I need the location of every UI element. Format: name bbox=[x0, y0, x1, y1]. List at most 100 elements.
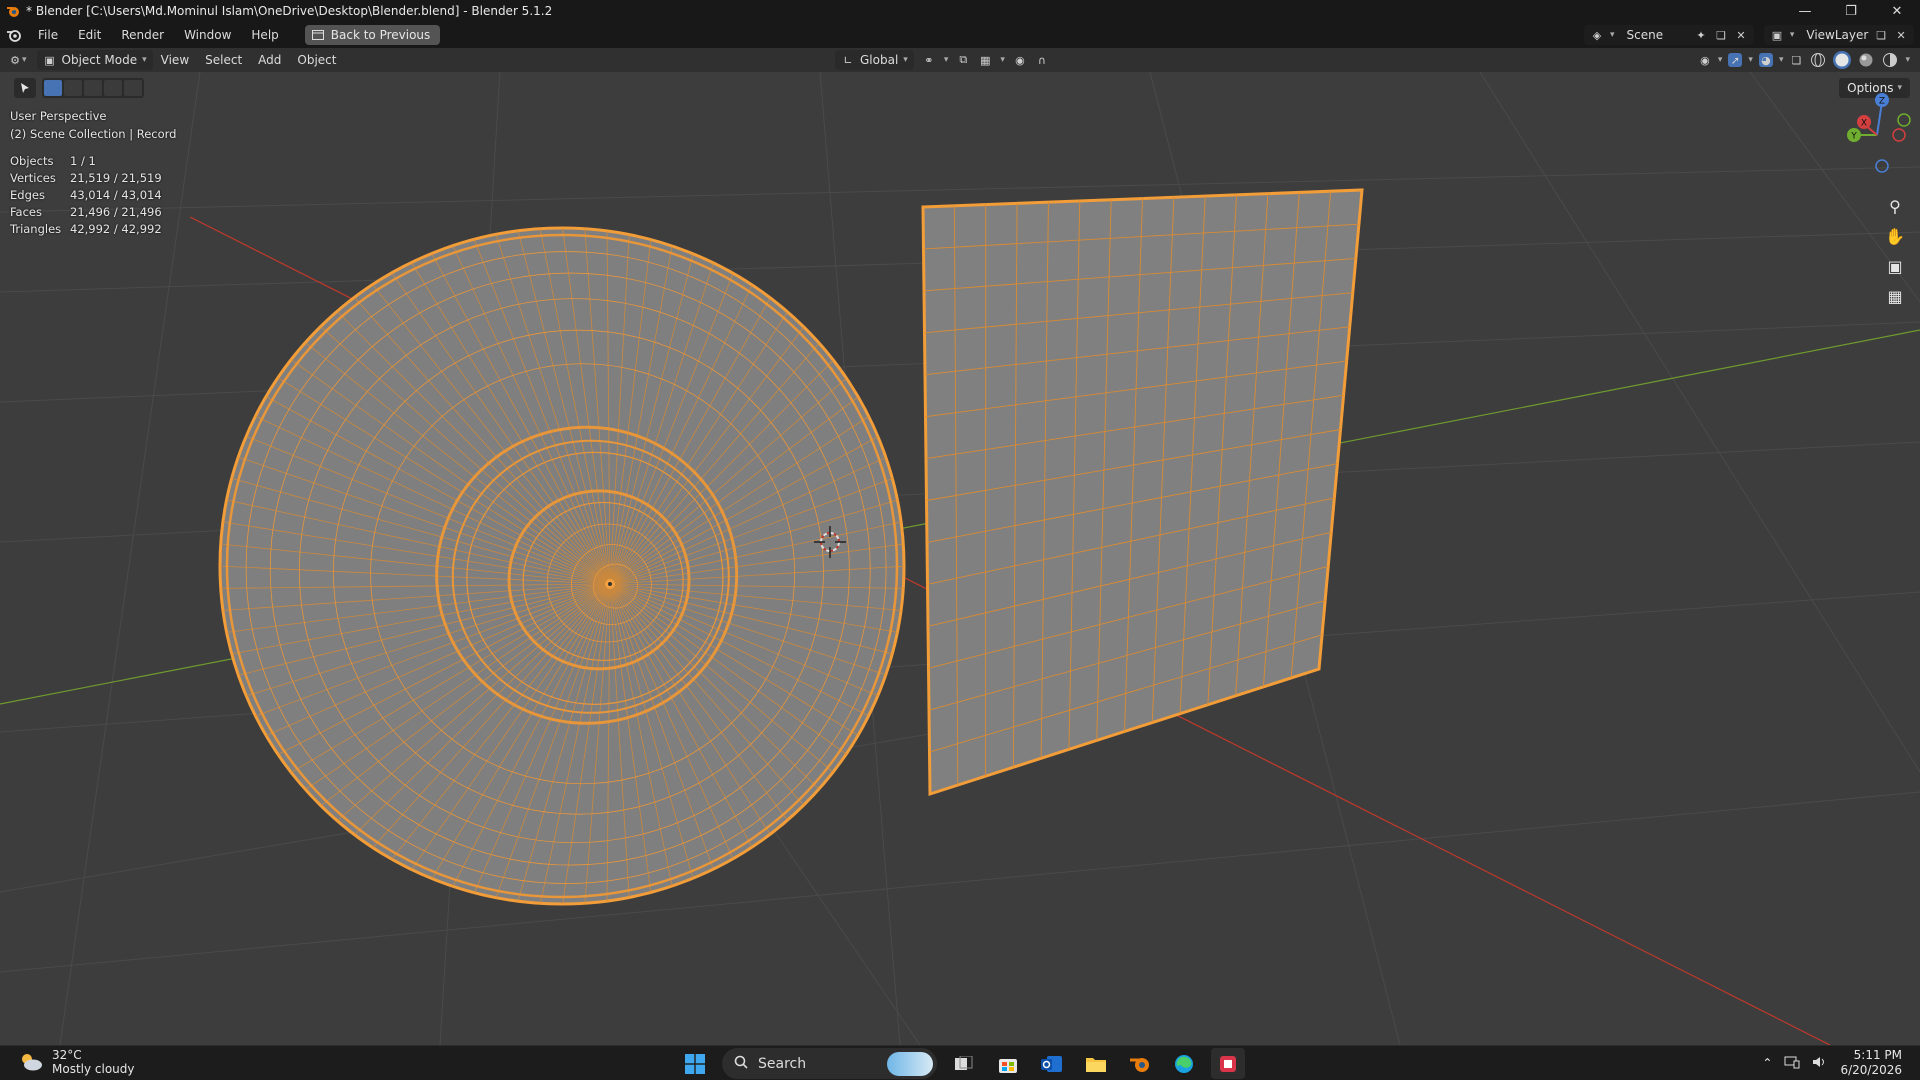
taskbar-search[interactable]: Search bbox=[722, 1048, 937, 1079]
zoom-icon[interactable]: ⚲ bbox=[1882, 194, 1908, 218]
weather-widget[interactable]: 32°C Mostly cloudy bbox=[18, 1048, 135, 1076]
blender-taskbar-icon[interactable] bbox=[1123, 1048, 1157, 1079]
falloff-icon[interactable]: ∩ bbox=[1035, 53, 1049, 67]
editor-type-button[interactable]: ⚙ ▾ bbox=[0, 48, 35, 72]
select-intersect-icon[interactable] bbox=[124, 80, 142, 96]
close-icon[interactable]: ✕ bbox=[1874, 0, 1920, 22]
stat-label: Triangles bbox=[10, 222, 62, 236]
perspective-toggle-icon[interactable]: ▦ bbox=[1882, 284, 1908, 308]
orientation-dropdown[interactable]: ∟ Global ▾ bbox=[835, 50, 914, 70]
delete-layer-icon[interactable]: ✕ bbox=[1894, 28, 1908, 42]
scene-name: Scene bbox=[1626, 28, 1664, 42]
taskbar-apps: Search bbox=[678, 1048, 1245, 1079]
select-subtract-icon[interactable] bbox=[84, 80, 102, 96]
viewport-display-tools: ◉ ▾ ➚ ▾ ◕ ▾ ❏ ▾ bbox=[1698, 51, 1910, 69]
chevron-down-icon: ▾ bbox=[22, 55, 27, 65]
select-invert-icon[interactable] bbox=[104, 80, 122, 96]
neg-z-handle bbox=[1875, 159, 1889, 173]
task-view-icon[interactable] bbox=[947, 1048, 981, 1079]
menu-file[interactable]: File bbox=[28, 22, 68, 48]
stat-row: Edges 43,014 / 43,014 bbox=[10, 187, 176, 204]
microsoft-store-icon[interactable] bbox=[991, 1048, 1025, 1079]
snap-icon[interactable]: ⧉ bbox=[956, 53, 970, 67]
select-tool-button[interactable] bbox=[14, 78, 36, 98]
viewport-header: ⚙ ▾ ▣ Object Mode ▾ View Select Add Obje… bbox=[0, 48, 1920, 72]
pin-icon[interactable]: ✦ bbox=[1694, 28, 1708, 42]
chevron-down-icon: ▾ bbox=[903, 55, 908, 65]
view-layer-icon: ▣ bbox=[1771, 28, 1783, 42]
clock-time: 5:11 PM bbox=[1853, 1048, 1902, 1062]
network-icon[interactable] bbox=[1784, 1055, 1800, 1072]
perspective-label: User Perspective bbox=[10, 109, 107, 123]
select-new-icon[interactable] bbox=[44, 80, 62, 96]
menu-help[interactable]: Help bbox=[241, 22, 288, 48]
proportional-edit-icon[interactable]: ◉ bbox=[1013, 53, 1027, 67]
view-layer-selector[interactable]: ▣ ▾ ViewLayer ❏ ✕ bbox=[1764, 25, 1914, 45]
menu-object[interactable]: Object bbox=[289, 48, 344, 72]
viewport-scene[interactable] bbox=[0, 72, 1920, 1045]
snap-grid-icon[interactable]: ▦ bbox=[978, 53, 992, 67]
selection-modes bbox=[42, 78, 144, 98]
show-hidden-icons-chevron-icon[interactable]: ⌃ bbox=[1762, 1056, 1772, 1070]
file-explorer-icon[interactable] bbox=[1079, 1048, 1113, 1079]
new-layer-icon[interactable]: ❏ bbox=[1874, 28, 1888, 42]
view-layer-name: ViewLayer bbox=[1806, 28, 1869, 42]
solid-shading-icon[interactable] bbox=[1833, 51, 1852, 69]
windows-start-icon[interactable] bbox=[678, 1048, 712, 1079]
collection-label: (2) Scene Collection | Record bbox=[10, 127, 177, 141]
stat-row: Faces 21,496 / 21,496 bbox=[10, 204, 176, 221]
minimize-icon[interactable]: — bbox=[1782, 0, 1828, 22]
restore-icon[interactable]: ❐ bbox=[1828, 0, 1874, 22]
material-shading-icon[interactable] bbox=[1857, 51, 1875, 69]
search-highlight-icon bbox=[887, 1051, 933, 1076]
scene-selector[interactable]: ◈ ▾ Scene ✦ ❏ ✕ bbox=[1584, 25, 1754, 45]
x-axis-label: X bbox=[1861, 119, 1867, 129]
snipping-tool-icon[interactable] bbox=[1211, 1048, 1245, 1079]
blender-menu-icon[interactable] bbox=[0, 22, 28, 48]
outlook-icon[interactable] bbox=[1035, 1048, 1069, 1079]
wireframe-shading-icon[interactable] bbox=[1809, 51, 1827, 69]
menu-select[interactable]: Select bbox=[197, 48, 250, 72]
chevron-down-icon[interactable]: ▾ bbox=[1905, 55, 1910, 65]
mode-dropdown[interactable]: ▣ Object Mode ▾ bbox=[36, 50, 153, 70]
screen-icon bbox=[311, 28, 325, 42]
chevron-down-icon[interactable]: ▾ bbox=[1718, 55, 1723, 65]
xray-toggle-icon[interactable]: ❏ bbox=[1789, 53, 1803, 67]
menu-render[interactable]: Render bbox=[111, 22, 174, 48]
chevron-down-icon[interactable]: ▾ bbox=[1779, 55, 1784, 65]
pan-hand-icon[interactable]: ✋ bbox=[1882, 224, 1908, 248]
pivot-icon[interactable]: ⚭ bbox=[922, 53, 936, 67]
volume-icon[interactable] bbox=[1812, 1055, 1828, 1072]
new-scene-icon[interactable]: ❏ bbox=[1714, 28, 1728, 42]
rendered-shading-icon[interactable] bbox=[1881, 51, 1899, 69]
chevron-down-icon: ▾ bbox=[1610, 30, 1615, 40]
menu-edit[interactable]: Edit bbox=[68, 22, 111, 48]
camera-view-icon[interactable]: ▣ bbox=[1882, 254, 1908, 278]
menu-view[interactable]: View bbox=[153, 48, 197, 72]
chevron-down-icon: ▾ bbox=[142, 55, 147, 65]
stat-row: Objects 1 / 1 bbox=[10, 153, 176, 170]
chevron-down-icon[interactable]: ▾ bbox=[1000, 55, 1005, 65]
y-axis-label: Y bbox=[1850, 132, 1857, 142]
3d-viewport[interactable]: Options ▾ User Perspective (2) Scene Col… bbox=[0, 72, 1920, 1045]
scene-statistics: Objects 1 / 1 Vertices 21,519 / 21,519 E… bbox=[10, 153, 176, 238]
window-title: * Blender [C:\Users\Md.Mominul Islam\One… bbox=[26, 4, 553, 18]
navigation-gizmo[interactable]: Z Y X bbox=[1830, 90, 1920, 180]
transform-tools: ∟ Global ▾ ⚭ ▾ ⧉ ▦ ▾ ◉ ∩ bbox=[835, 50, 1049, 70]
visibility-icon[interactable]: ◉ bbox=[1698, 53, 1712, 67]
taskbar-clock[interactable]: 5:11 PM 6/20/2026 bbox=[1840, 1048, 1902, 1078]
back-to-previous-button[interactable]: Back to Previous bbox=[304, 25, 441, 45]
chevron-down-icon[interactable]: ▾ bbox=[944, 55, 949, 65]
select-extend-icon[interactable] bbox=[64, 80, 82, 96]
delete-scene-icon[interactable]: ✕ bbox=[1734, 28, 1748, 42]
edge-browser-icon[interactable] bbox=[1167, 1048, 1201, 1079]
menu-window[interactable]: Window bbox=[174, 22, 241, 48]
menu-add[interactable]: Add bbox=[250, 48, 289, 72]
gizmo-toggle-icon[interactable]: ➚ bbox=[1728, 53, 1743, 67]
chevron-down-icon[interactable]: ▾ bbox=[1748, 55, 1753, 65]
stat-label: Faces bbox=[10, 205, 42, 219]
stat-value: 21,519 / 21,519 bbox=[70, 171, 162, 185]
blender-app-icon bbox=[7, 7, 19, 17]
stat-label: Objects bbox=[10, 154, 54, 168]
overlay-toggle-icon[interactable]: ◕ bbox=[1758, 53, 1773, 67]
